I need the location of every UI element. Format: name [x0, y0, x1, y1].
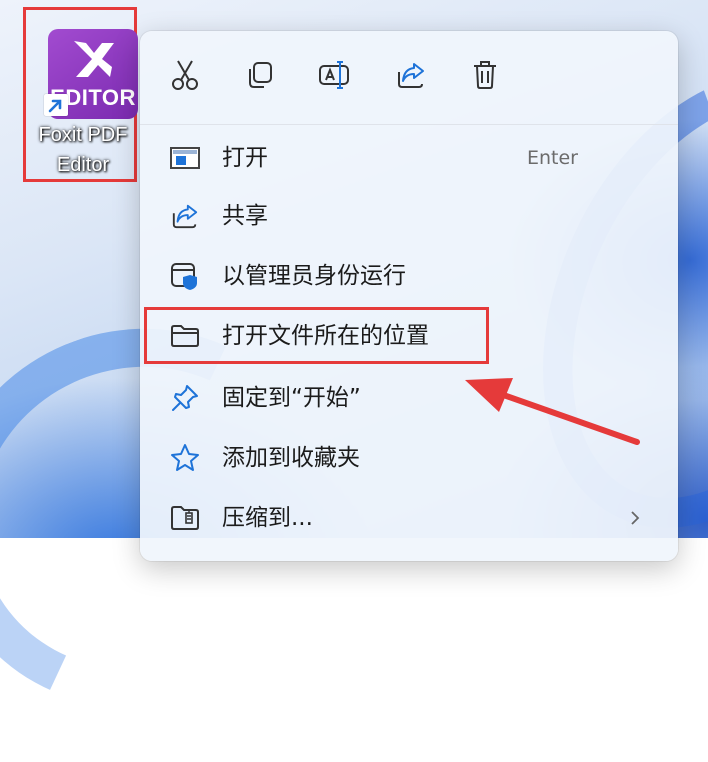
menu-item-label: 共享 — [222, 203, 268, 229]
menu-item-compress-to[interactable]: 压缩到... — [140, 489, 678, 547]
cut-icon — [172, 60, 198, 90]
desktop-icon-label: Foxit PDF Editor — [24, 120, 142, 180]
menu-item-label: 打开 — [222, 145, 268, 171]
share-button[interactable] — [393, 57, 429, 93]
menu-item-label: 固定到“开始” — [222, 385, 361, 411]
menu-item-label: 压缩到... — [222, 505, 313, 531]
copy-button[interactable] — [242, 57, 278, 93]
desktop-shortcut-foxit[interactable]: EDITOR Foxit PDF Editor — [23, 7, 138, 182]
menu-item-open[interactable]: 打开 Enter — [140, 129, 678, 187]
open-window-icon — [170, 143, 200, 173]
shortcut-hint: Enter — [527, 147, 578, 169]
label-line-2: Editor — [56, 154, 110, 176]
chevron-right-icon — [631, 511, 640, 525]
delete-button[interactable] — [467, 57, 503, 93]
foxit-logo-icon — [74, 41, 114, 77]
shortcut-arrow-icon — [44, 94, 68, 116]
share-icon — [398, 63, 424, 88]
zip-folder-icon — [170, 503, 200, 533]
star-icon — [170, 443, 200, 473]
label-line-1: Foxit PDF — [38, 124, 128, 146]
menu-toolbar — [140, 31, 678, 121]
annotation-arrow-icon — [465, 378, 640, 445]
menu-item-label: 添加到收藏夹 — [222, 445, 360, 471]
annotation-highlight-box — [144, 307, 489, 364]
rename-button[interactable] — [317, 57, 353, 93]
menu-separator — [140, 124, 678, 125]
context-menu: 打开 Enter 共享 以管理员身份运行 打开文件所在的位置 固定到“开始” 添… — [140, 31, 678, 561]
menu-item-label: 以管理员身份运行 — [222, 263, 406, 289]
copy-icon — [249, 62, 272, 88]
delete-icon — [474, 61, 496, 89]
rename-icon — [319, 61, 349, 89]
share-icon — [170, 201, 200, 231]
cut-button[interactable] — [167, 57, 203, 93]
menu-item-run-as-admin[interactable]: 以管理员身份运行 — [140, 247, 678, 305]
pin-icon — [170, 383, 200, 413]
admin-shield-icon — [170, 261, 200, 291]
menu-item-share[interactable]: 共享 — [140, 187, 678, 245]
